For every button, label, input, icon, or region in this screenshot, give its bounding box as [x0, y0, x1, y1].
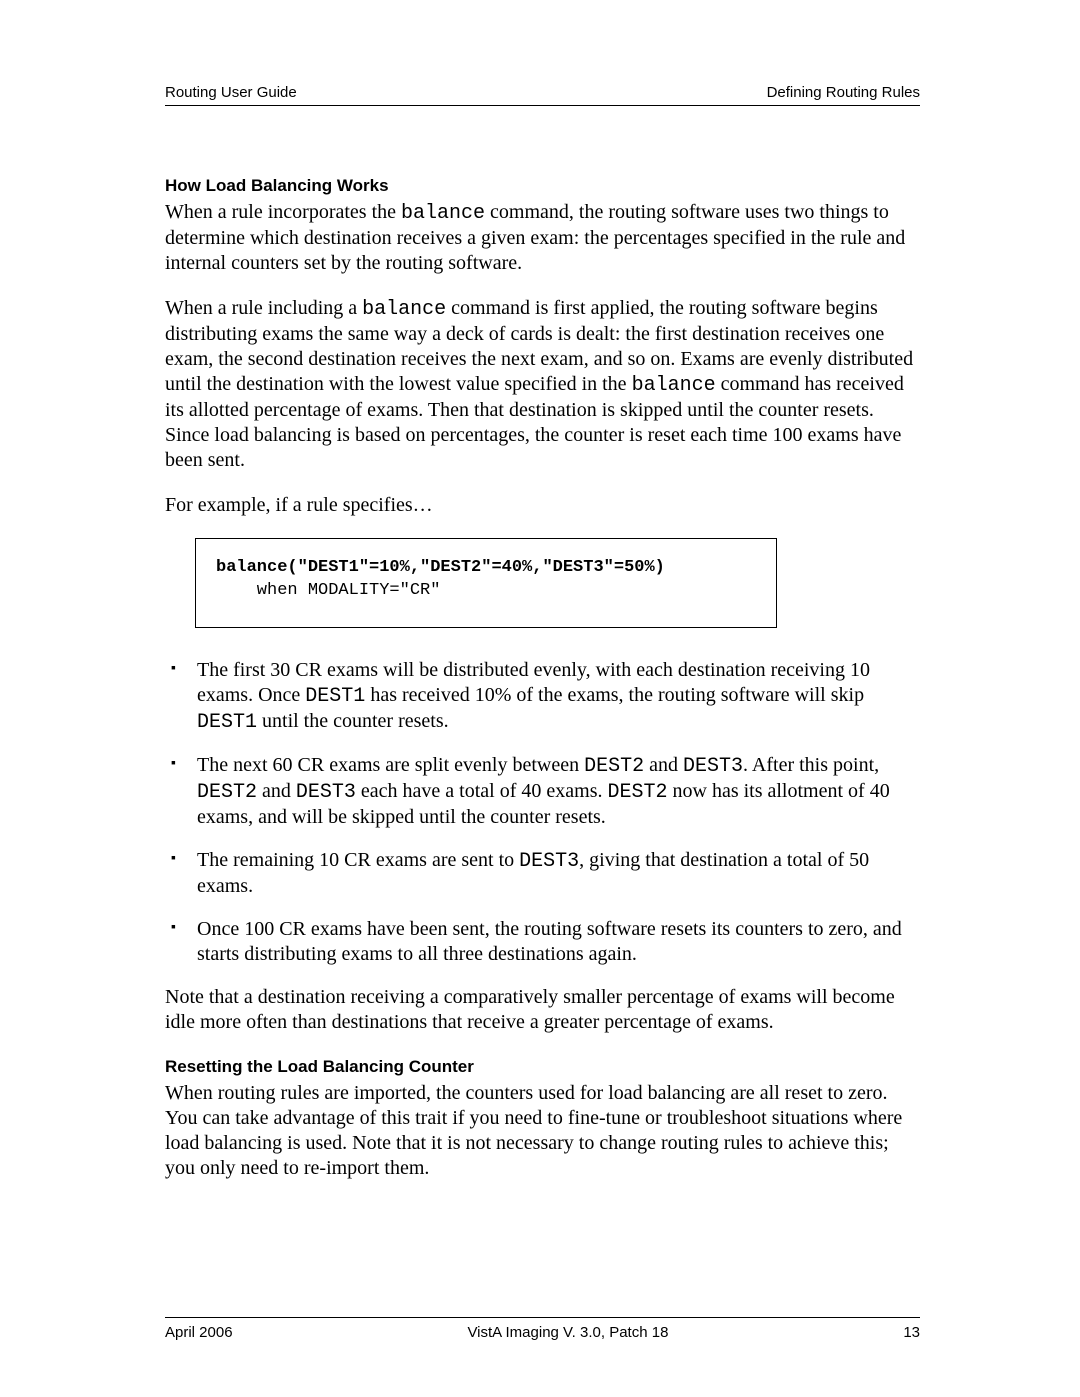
paragraph: When routing rules are imported, the cou…: [165, 1081, 920, 1181]
text: . After this point,: [743, 754, 879, 776]
page-header: Routing User Guide Defining Routing Rule…: [165, 84, 920, 106]
inline-code: DEST2: [197, 781, 257, 804]
list-item: The next 60 CR exams are split evenly be…: [165, 753, 920, 830]
inline-code: DEST3: [296, 781, 356, 804]
paragraph: For example, if a rule specifies…: [165, 493, 920, 518]
text: each have a total of 40 exams.: [356, 780, 608, 802]
header-right: Defining Routing Rules: [767, 84, 920, 101]
inline-code: DEST2: [607, 781, 667, 804]
inline-code: balance: [362, 298, 446, 321]
code-line: when MODALITY="CR": [216, 581, 440, 600]
text: and: [644, 754, 683, 776]
inline-code: DEST1: [197, 711, 257, 734]
text: The remaining 10 CR exams are sent to: [197, 849, 519, 871]
inline-code: DEST1: [305, 685, 365, 708]
text: and: [257, 780, 296, 802]
header-left: Routing User Guide: [165, 84, 297, 101]
bullet-list: The first 30 CR exams will be distribute…: [165, 658, 920, 967]
list-item: The first 30 CR exams will be distribute…: [165, 658, 920, 735]
inline-code: DEST3: [683, 755, 743, 778]
list-item: The remaining 10 CR exams are sent to DE…: [165, 848, 920, 899]
code-line: balance("DEST1"=10%,"DEST2"=40%,"DEST3"=…: [216, 558, 665, 577]
text: When a rule including a: [165, 297, 362, 319]
inline-code: balance: [632, 374, 716, 397]
heading-how-lb-works: How Load Balancing Works: [165, 176, 920, 196]
footer-left: April 2006: [165, 1324, 233, 1341]
inline-code: DEST2: [584, 755, 644, 778]
footer-right: 13: [903, 1324, 920, 1341]
list-item: Once 100 CR exams have been sent, the ro…: [165, 917, 920, 967]
document-page: Routing User Guide Defining Routing Rule…: [0, 0, 1080, 1397]
page-footer: April 2006 VistA Imaging V. 3.0, Patch 1…: [165, 1317, 920, 1341]
paragraph: When a rule including a balance command …: [165, 296, 920, 473]
text: Once 100 CR exams have been sent, the ro…: [197, 918, 902, 965]
code-block: balance("DEST1"=10%,"DEST2"=40%,"DEST3"=…: [195, 538, 777, 628]
inline-code: balance: [401, 202, 485, 225]
paragraph: Note that a destination receiving a comp…: [165, 985, 920, 1035]
text: until the counter resets.: [257, 710, 449, 732]
text: has received 10% of the exams, the routi…: [365, 684, 864, 706]
inline-code: DEST3: [519, 850, 579, 873]
heading-reset-counter: Resetting the Load Balancing Counter: [165, 1057, 920, 1077]
text: When a rule incorporates the: [165, 201, 401, 223]
paragraph: When a rule incorporates the balance com…: [165, 200, 920, 276]
footer-center: VistA Imaging V. 3.0, Patch 18: [467, 1324, 668, 1341]
text: The next 60 CR exams are split evenly be…: [197, 754, 584, 776]
